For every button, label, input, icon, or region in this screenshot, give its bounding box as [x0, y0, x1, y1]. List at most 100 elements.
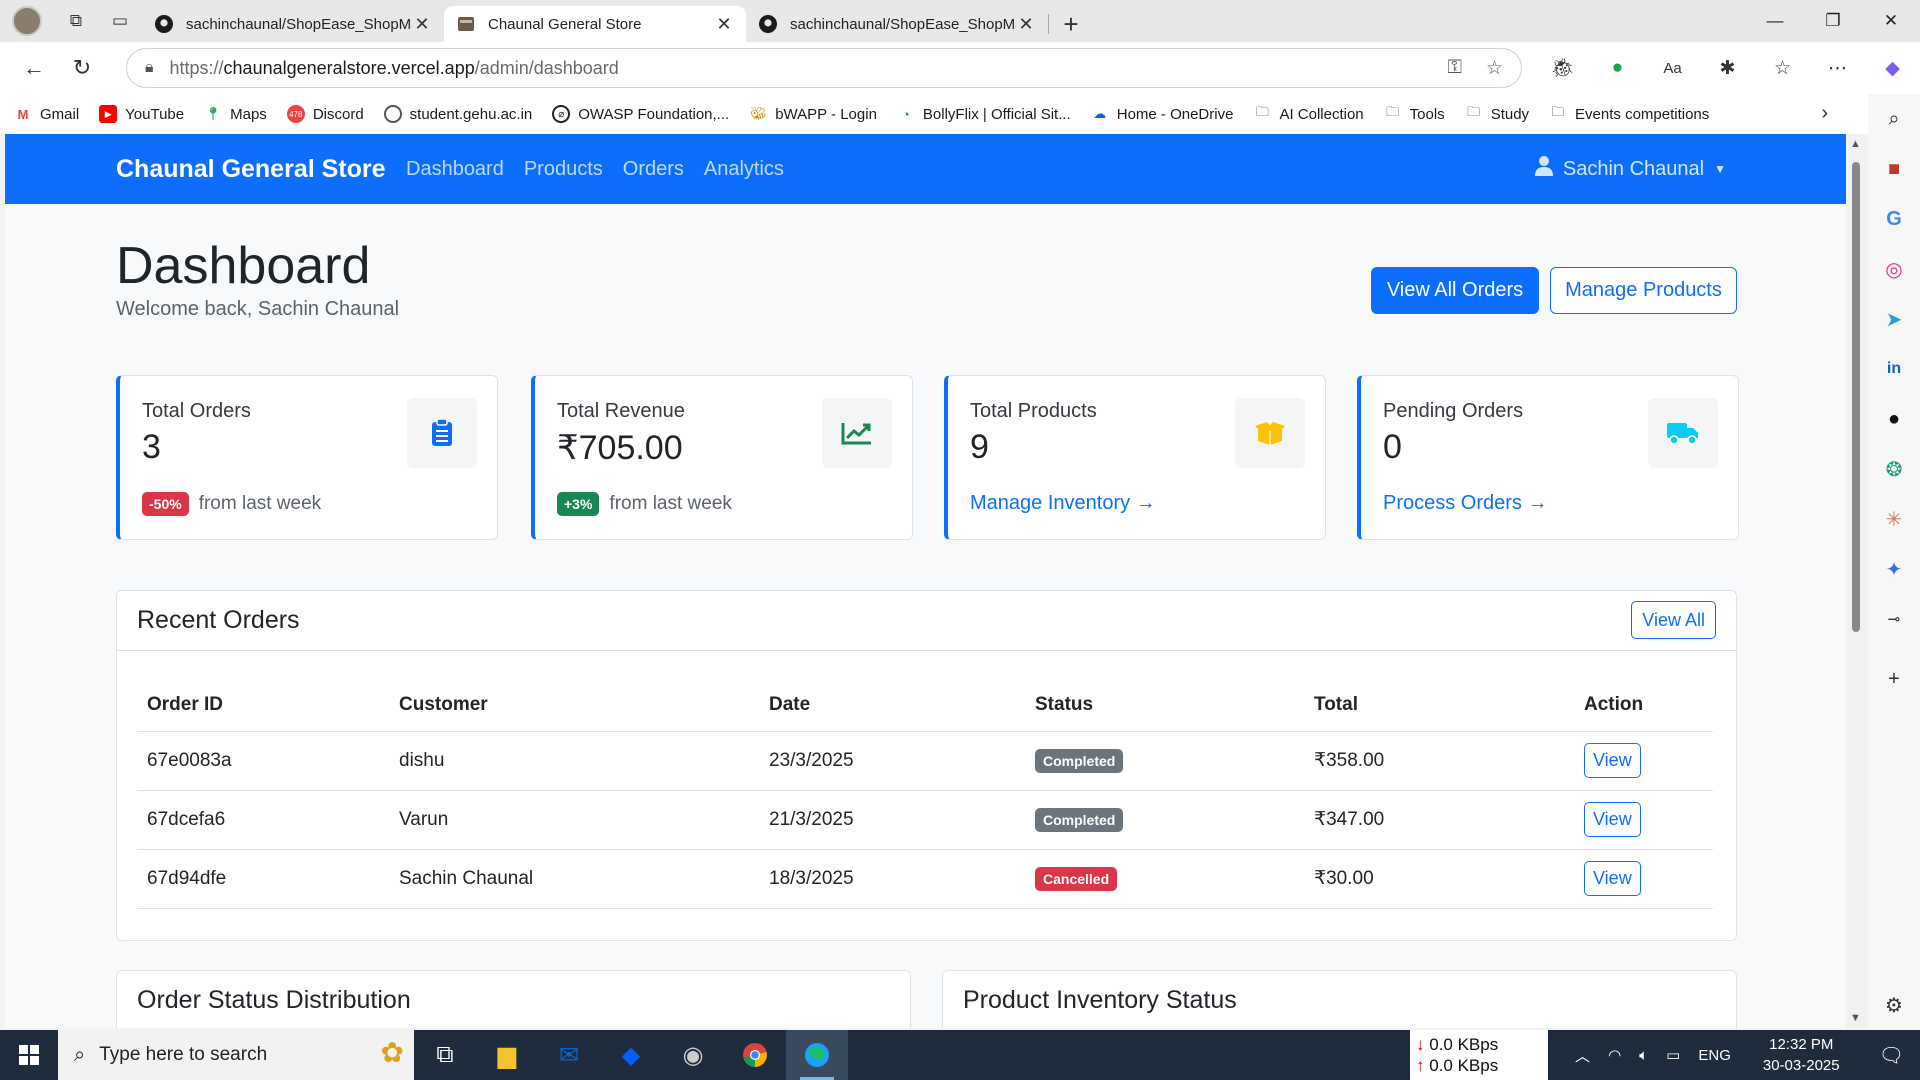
bookmark-study[interactable]: 🗀 Study	[1465, 104, 1529, 123]
gemini-icon[interactable]: ✦	[1868, 544, 1920, 594]
tools-icon[interactable]: ■	[1868, 144, 1920, 194]
order-id: 67d94dfe	[137, 849, 389, 909]
settings-icon[interactable]: ⚙	[1868, 980, 1920, 1030]
copilot-icon[interactable]: ◆	[1865, 48, 1920, 88]
battery-icon[interactable]: ▭	[1657, 1046, 1689, 1064]
edge-icon[interactable]	[786, 1030, 848, 1080]
chatgpt-icon[interactable]: ❂	[1868, 444, 1920, 494]
close-window-icon[interactable]: ✕	[1862, 0, 1920, 42]
nav-orders[interactable]: Orders	[623, 158, 684, 181]
bookmark-bollyflix[interactable]: ◔ BollyFlix | Official Sit...	[897, 105, 1071, 123]
close-tab-icon[interactable]: ✕	[412, 14, 432, 35]
favorites-icon[interactable]: ☆	[1755, 48, 1810, 88]
reload-icon[interactable]: ↻	[58, 48, 106, 88]
windows-start-icon[interactable]	[0, 1030, 58, 1080]
view-order-button[interactable]: View	[1584, 802, 1641, 837]
url-field[interactable]: 🔒︎ https://chaunalgeneralstore.vercel.ap…	[126, 48, 1522, 88]
tab-github-1[interactable]: sachinchaunal/ShopEase_ShopMa ✕	[142, 6, 444, 42]
chevron-up-icon[interactable]: ︿	[1566, 1045, 1599, 1066]
search-icon[interactable]: ⌕	[1868, 94, 1920, 144]
bookmark-ai-collection[interactable]: 🗀 AI Collection	[1253, 104, 1364, 123]
telegram-icon[interactable]: ➤	[1868, 294, 1920, 344]
volume-icon[interactable]: 🔈︎	[1630, 1047, 1657, 1064]
bookmark-maps[interactable]: 📍︎ Maps	[204, 105, 267, 123]
process-orders-link[interactable]: Process Orders →	[1383, 492, 1547, 515]
grammar-extension-icon[interactable]: ●	[1590, 48, 1645, 88]
nav-dashboard[interactable]: Dashboard	[406, 158, 504, 181]
vertical-tabs-icon[interactable]: ▭	[98, 0, 142, 42]
chrome-icon[interactable]	[724, 1030, 786, 1080]
lock-icon[interactable]: 🔒︎	[145, 59, 154, 77]
view-order-button[interactable]: View	[1584, 743, 1641, 778]
user-menu[interactable]: Sachin Chaunal ▼	[1534, 156, 1726, 182]
bookmark-label: AI Collection	[1279, 105, 1364, 123]
minimize-icon[interactable]: —	[1746, 0, 1804, 42]
wifi-icon[interactable]: ◠	[1599, 1046, 1630, 1064]
bookmark-onedrive[interactable]: ☁︎ Home - OneDrive	[1091, 105, 1233, 123]
linkedin-icon[interactable]: in	[1868, 344, 1920, 394]
tab-title: sachinchaunal/ShopEase_ShopMa	[186, 15, 412, 33]
stat-footer-text: from last week	[198, 493, 322, 514]
page-scrollbar[interactable]: ▲ ▼	[1846, 134, 1866, 1028]
bookmark-events[interactable]: 🗀 Events competitions	[1549, 104, 1710, 123]
bookmark-gehu[interactable]: student.gehu.ac.in	[383, 105, 532, 123]
extensions-icon[interactable]: ✱	[1700, 48, 1755, 88]
bookmark-tools[interactable]: 🗀 Tools	[1384, 104, 1445, 123]
new-tab-button[interactable]: +	[1049, 6, 1093, 42]
tab-store[interactable]: Chaunal General Store ✕	[444, 6, 746, 42]
inventory-status-card: Product Inventory Status	[942, 970, 1737, 1028]
camera-icon[interactable]: ◉	[662, 1030, 724, 1080]
clock[interactable]: 12:32 PM 30-03-2025	[1740, 1034, 1863, 1076]
scroll-up-icon[interactable]: ▲	[1850, 138, 1861, 150]
password-key-icon[interactable]: ⚿	[1447, 57, 1461, 80]
outlook-icon[interactable]: ✉	[538, 1030, 600, 1080]
tab-github-2[interactable]: sachinchaunal/ShopEase_ShopMa ✕	[746, 6, 1048, 42]
nav-products[interactable]: Products	[524, 158, 603, 181]
bookmark-bwapp[interactable]: 🐝︎ bWAPP - Login	[749, 105, 877, 123]
add-icon[interactable]: +	[1868, 654, 1920, 704]
close-tab-icon[interactable]: ✕	[714, 14, 734, 35]
profile-avatar[interactable]	[0, 0, 54, 42]
notifications-icon[interactable]: 🗨︎	[1863, 1043, 1920, 1068]
taskbar-search-input[interactable]: ⌕ Type here to search ✿	[58, 1030, 414, 1080]
extension-icon[interactable]: 🐞︎	[1535, 48, 1590, 88]
manage-products-button[interactable]: Manage Products	[1550, 267, 1737, 314]
view-order-button[interactable]: View	[1584, 861, 1641, 896]
read-aloud-icon[interactable]: Aa	[1645, 48, 1700, 88]
url-scheme: https://	[169, 57, 224, 78]
bookmark-owasp[interactable]: ⌀ OWASP Foundation,...	[552, 105, 729, 123]
brand-logo[interactable]: Chaunal General Store	[116, 155, 386, 184]
chevron-right-icon[interactable]: ›	[1821, 102, 1828, 125]
sidebar-extension-icon[interactable]: ⊸	[1868, 594, 1920, 644]
manage-inventory-link[interactable]: Manage Inventory →	[970, 492, 1156, 515]
scroll-down-icon[interactable]: ▼	[1850, 1012, 1861, 1024]
system-tray: ︿ ◠ 🔈︎ ▭ ENG 12:32 PM 30-03-2025 🗨︎	[1566, 1030, 1920, 1080]
stat-label: Total Orders	[142, 400, 251, 422]
restore-icon[interactable]: ❐	[1804, 0, 1862, 42]
github-icon[interactable]: ●	[1868, 394, 1920, 444]
column-header: Status	[1025, 679, 1304, 732]
view-all-orders-button[interactable]: View All Orders	[1371, 267, 1539, 314]
dropbox-icon[interactable]: ◆	[600, 1030, 662, 1080]
nav-analytics[interactable]: Analytics	[704, 158, 784, 181]
view-all-button[interactable]: View All	[1631, 601, 1716, 639]
task-view-icon[interactable]: ⧉	[414, 1030, 476, 1080]
bookmark-label: Gmail	[40, 105, 80, 123]
scroll-thumb[interactable]	[1852, 162, 1860, 632]
claude-icon[interactable]: ✳	[1868, 494, 1920, 544]
favorite-star-icon[interactable]: ☆	[1486, 57, 1503, 80]
clock-time: 12:32 PM	[1769, 1036, 1834, 1053]
google-icon[interactable]: G	[1868, 194, 1920, 244]
bookmark-youtube[interactable]: ▶ YouTube	[99, 105, 184, 123]
workspaces-icon[interactable]: ⧉	[54, 0, 98, 42]
language-indicator[interactable]: ENG	[1689, 1047, 1740, 1064]
bookmark-discord[interactable]: 478 Discord	[286, 105, 364, 123]
file-explorer-icon[interactable]: ▆	[476, 1030, 538, 1080]
back-icon[interactable]: ←	[10, 48, 58, 88]
bookmark-gmail[interactable]: M Gmail	[14, 105, 80, 123]
more-menu-icon[interactable]: ⋯	[1810, 48, 1865, 88]
close-tab-icon[interactable]: ✕	[1016, 14, 1036, 35]
chart-line-icon	[822, 398, 892, 468]
instagram-icon[interactable]: ◎	[1868, 244, 1920, 294]
bookmark-label: YouTube	[125, 105, 185, 123]
